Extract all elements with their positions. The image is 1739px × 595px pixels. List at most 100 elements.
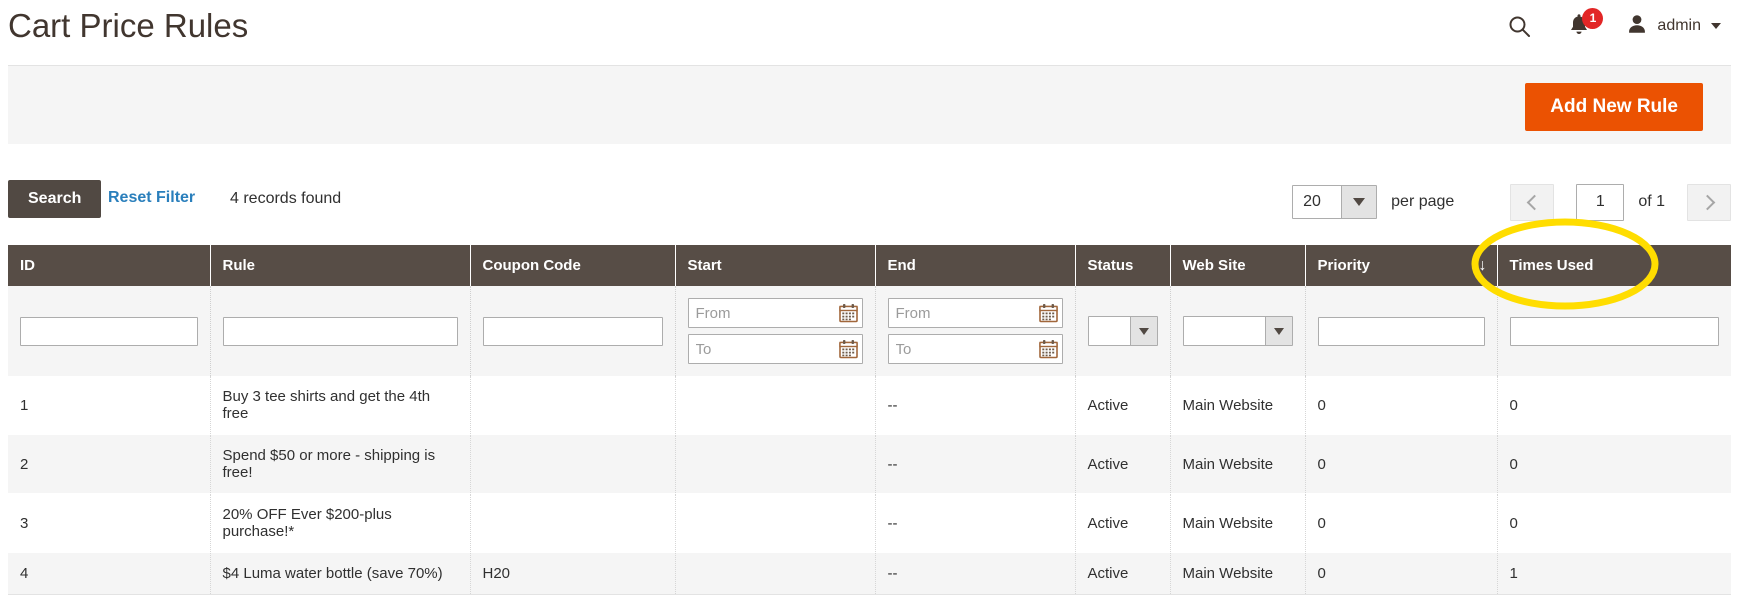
per-page-value: 20 (1293, 186, 1342, 218)
search-button[interactable]: Search (8, 180, 102, 218)
filter-end-to-field (887, 334, 1063, 364)
cell-end: -- (875, 434, 1076, 494)
calendar-icon[interactable] (838, 304, 858, 323)
filter-web-site-value (1183, 317, 1265, 345)
filter-cell-start (675, 286, 876, 376)
notification-count-badge: 1 (1582, 8, 1604, 29)
filter-start-from-field (687, 298, 863, 328)
chevron-down-icon (1264, 317, 1292, 345)
column-header-coupon-code[interactable]: Coupon Code (470, 245, 676, 286)
cell-id: 1 (8, 376, 211, 435)
cart-price-rules-grid: ID Rule Coupon Code Start End Status Web… (8, 245, 1731, 595)
filter-start-to-field (687, 334, 863, 364)
cell-times-used: 0 (1497, 493, 1731, 553)
cell-times-used: 1 (1497, 552, 1731, 595)
cell-end: -- (875, 552, 1076, 595)
grid-header-row: ID Rule Coupon Code Start End Status Web… (8, 245, 1731, 286)
table-row[interactable]: 3 20% OFF Ever $200-plus purchase!* -- A… (8, 493, 1731, 553)
filter-id-input[interactable] (20, 316, 198, 346)
bell-icon: 1 (1566, 8, 1604, 39)
filter-end-from-input[interactable] (887, 298, 1063, 328)
cell-times-used: 0 (1497, 434, 1731, 494)
cell-web-site: Main Website (1170, 552, 1306, 595)
per-page-label: per page (1391, 193, 1455, 210)
filter-web-site-select[interactable] (1182, 316, 1293, 346)
next-page-button[interactable] (1687, 183, 1731, 221)
cell-status: Active (1075, 552, 1171, 595)
page-number-input[interactable] (1576, 183, 1625, 221)
calendar-icon[interactable] (838, 340, 858, 359)
page-title: Cart Price Rules (8, 7, 249, 44)
cell-rule: Spend $50 or more - shipping is free! (210, 434, 471, 494)
cell-start (675, 434, 876, 494)
calendar-icon[interactable] (1038, 304, 1058, 323)
cell-coupon-code (470, 493, 676, 553)
cell-rule: $4 Luma water bottle (save 70%) (210, 552, 471, 595)
chevron-left-icon (1526, 194, 1543, 210)
per-page-select[interactable]: 20 (1292, 185, 1378, 219)
filter-times-used-input[interactable] (1509, 316, 1719, 346)
user-avatar-icon (1626, 13, 1648, 40)
filter-status-value (1088, 317, 1130, 345)
cell-status: Active (1075, 434, 1171, 494)
filter-end-to-input[interactable] (887, 334, 1063, 364)
filter-coupon-code-input[interactable] (482, 316, 663, 346)
cell-start (675, 552, 876, 595)
page-total-label: of 1 (1638, 193, 1665, 210)
column-header-end[interactable]: End (875, 245, 1076, 286)
filter-priority-input[interactable] (1317, 316, 1485, 346)
filter-cell-status (1075, 286, 1171, 376)
search-icon[interactable] (1507, 14, 1532, 39)
cell-end: -- (875, 376, 1076, 435)
cell-priority: 0 (1305, 434, 1498, 494)
filter-cell-rule (210, 286, 471, 376)
filter-start-from-input[interactable] (687, 298, 863, 328)
pager: 20 per page of 1 (1292, 179, 1731, 225)
cell-start (675, 376, 876, 435)
column-header-web-site[interactable]: Web Site (1170, 245, 1306, 286)
grid-toolbar: Search Reset Filter 4 records found 20 p… (8, 180, 1731, 226)
filter-cell-end (875, 286, 1076, 376)
column-header-priority[interactable]: Priority ↓ (1305, 245, 1498, 286)
cell-coupon-code (470, 434, 676, 494)
records-found-label: 4 records found (230, 190, 342, 207)
previous-page-button[interactable] (1510, 183, 1555, 221)
cell-status: Active (1075, 493, 1171, 553)
cell-web-site: Main Website (1170, 493, 1306, 553)
chevron-right-icon (1699, 194, 1715, 210)
column-header-rule[interactable]: Rule (210, 245, 471, 286)
filter-status-select[interactable] (1087, 316, 1158, 346)
grid-body: 1 Buy 3 tee shirts and get the 4th free … (8, 376, 1731, 595)
notifications-button[interactable]: 1 (1566, 8, 1604, 39)
column-header-start[interactable]: Start (675, 245, 876, 286)
filter-cell-coupon-code (470, 286, 676, 376)
action-band: Add New Rule (8, 65, 1731, 144)
cell-priority: 0 (1305, 376, 1498, 435)
chevron-down-icon (1341, 186, 1377, 218)
table-row[interactable]: 2 Spend $50 or more - shipping is free! … (8, 434, 1731, 494)
cell-priority: 0 (1305, 552, 1498, 595)
add-new-rule-button[interactable]: Add New Rule (1525, 83, 1703, 131)
chevron-down-icon (1711, 23, 1721, 29)
column-header-priority-label: Priority (1317, 257, 1371, 274)
grid-filter-row (8, 286, 1731, 376)
cell-coupon-code: H20 (470, 552, 676, 595)
cell-web-site: Main Website (1170, 434, 1306, 494)
cell-start (675, 493, 876, 553)
filter-start-to-input[interactable] (687, 334, 863, 364)
reset-filter-link[interactable]: Reset Filter (108, 189, 195, 207)
cell-rule: 20% OFF Ever $200-plus purchase!* (210, 493, 471, 553)
user-name-label: admin (1657, 17, 1701, 34)
column-header-id[interactable]: ID (8, 245, 211, 286)
table-row[interactable]: 1 Buy 3 tee shirts and get the 4th free … (8, 376, 1731, 435)
calendar-icon[interactable] (1038, 340, 1058, 359)
cell-end: -- (875, 493, 1076, 553)
page-header: Cart Price Rules 1 admin (0, 0, 1739, 65)
table-row[interactable]: 4 $4 Luma water bottle (save 70%) H20 --… (8, 552, 1731, 595)
filter-end-from-field (887, 298, 1063, 328)
column-header-times-used[interactable]: Times Used (1497, 245, 1731, 286)
cell-id: 2 (8, 434, 211, 494)
column-header-status[interactable]: Status (1075, 245, 1171, 286)
filter-rule-input[interactable] (222, 316, 458, 346)
user-menu[interactable]: admin (1626, 13, 1721, 40)
